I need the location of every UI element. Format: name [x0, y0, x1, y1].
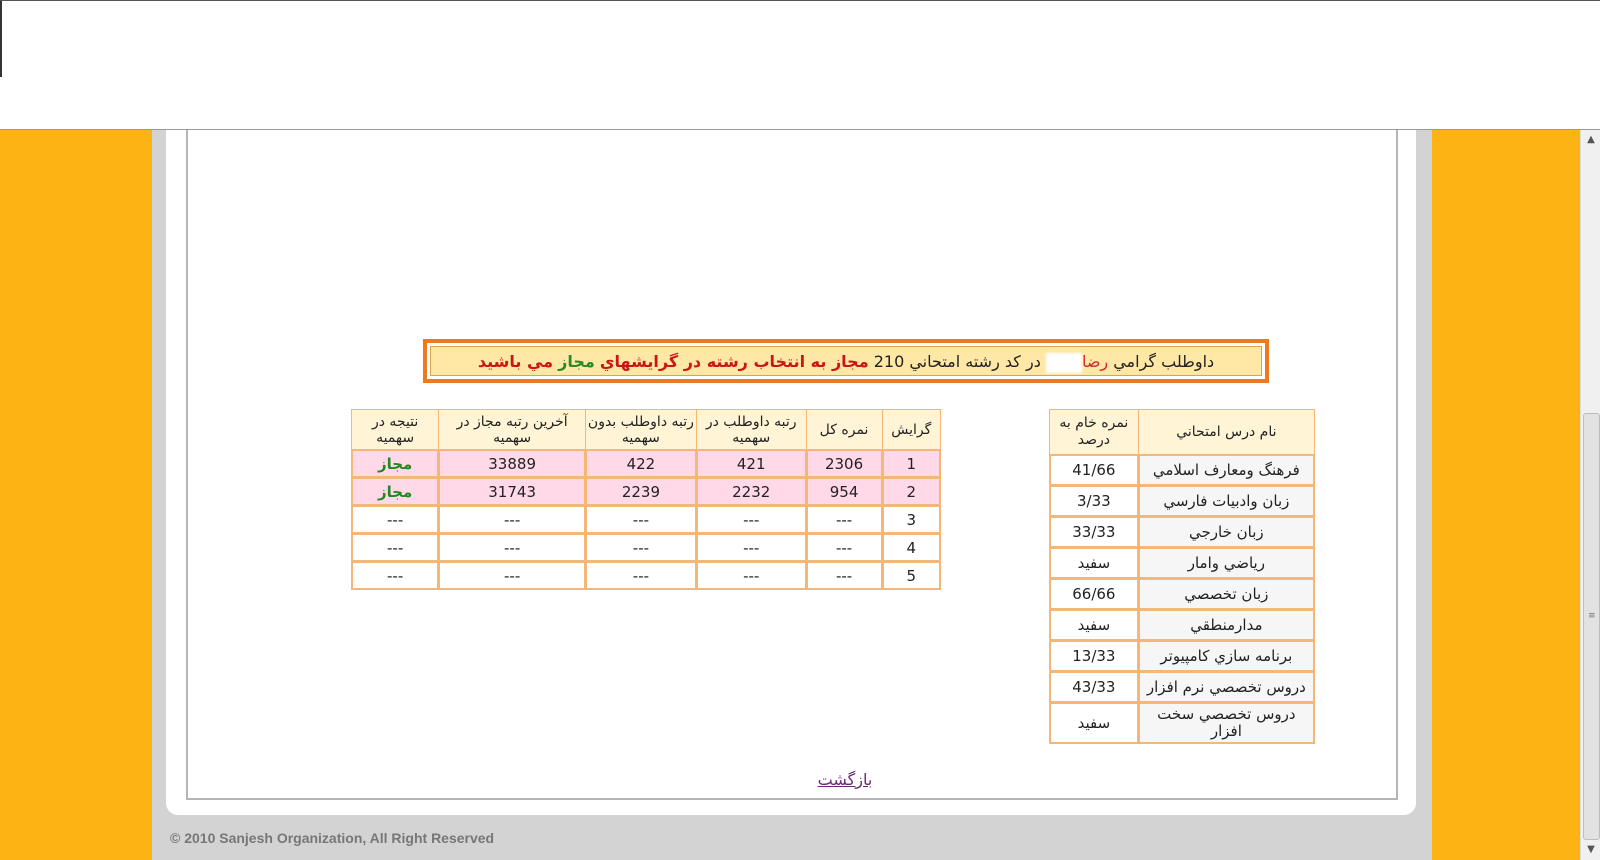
subject-score: سفيد: [1050, 703, 1138, 743]
result-status: مجاز: [352, 478, 439, 505]
table-cell: 5: [882, 562, 940, 589]
results-table: گرايش نمره کل رتبه داوطلب در سهميه رتبه …: [351, 409, 941, 590]
subject-name: زبان وادبيات فارسي: [1138, 486, 1314, 516]
table-cell: 33889: [439, 450, 585, 477]
table-cell: ---: [806, 562, 882, 589]
subject-name: فرهنگ ومعارف اسلامي: [1138, 455, 1314, 485]
table-row: 3 --- --- --- --- ---: [352, 506, 940, 533]
table-cell: ---: [352, 534, 439, 561]
field-code: 210: [873, 352, 905, 371]
subject-score: سفيد: [1050, 548, 1138, 578]
subject-name: دروس تخصصي سخت افزار: [1138, 703, 1314, 743]
table-row: زبان تخصصي 66/66: [1050, 579, 1314, 609]
subject-name: برنامه سازي کامپيوتر: [1138, 641, 1314, 671]
table-cell: 954: [806, 478, 882, 505]
table-cell: 2239: [586, 478, 696, 505]
right-orange-panel: [1432, 130, 1580, 860]
subject-name: دروس تخصصي نرم افزار: [1138, 672, 1314, 702]
table-row: برنامه سازي کامپيوتر 13/33: [1050, 641, 1314, 671]
col-header: نمره کل: [806, 410, 882, 449]
browser-top-area: [0, 0, 1600, 131]
table-cell: ---: [352, 562, 439, 589]
table-cell: ---: [439, 534, 585, 561]
table-cell: ---: [696, 506, 806, 533]
col-header: آخرين رتبه مجاز در سهميه: [439, 410, 585, 449]
table-cell: 421: [696, 450, 806, 477]
table-cell: 4: [882, 534, 940, 561]
subject-score: 43/33: [1050, 672, 1138, 702]
subject-score: 3/33: [1050, 486, 1138, 516]
table-row: 2 954 2232 2239 31743 مجاز: [352, 478, 940, 505]
result-status: مجاز: [352, 450, 439, 477]
table-row: 1 2306 421 422 33889 مجاز: [352, 450, 940, 477]
result-banner: داوطلب گرامي رضا در کد رشته امتحاني 210 …: [423, 339, 1269, 383]
subject-score: 13/33: [1050, 641, 1138, 671]
col-header: رتبه داوطلب در سهميه: [696, 410, 806, 449]
grip-icon: ≡: [1588, 611, 1596, 621]
results-header-row: گرايش نمره کل رتبه داوطلب در سهميه رتبه …: [352, 410, 940, 449]
result-banner-text: داوطلب گرامي رضا در کد رشته امتحاني 210 …: [430, 346, 1262, 376]
subject-name: زبان تخصصي: [1138, 579, 1314, 609]
table-cell: ---: [806, 506, 882, 533]
table-row: زبان وادبيات فارسي 3/33: [1050, 486, 1314, 516]
banner-field-text: در کد رشته امتحاني: [909, 352, 1041, 371]
table-cell: 3: [882, 506, 940, 533]
table-cell: ---: [439, 506, 585, 533]
table-row: 4 --- --- --- --- ---: [352, 534, 940, 561]
footer-copyright: © 2010 Sanjesh Organization, All Right R…: [170, 830, 495, 846]
table-cell: ---: [352, 506, 439, 533]
banner-allowed-text: مجاز به انتخاب رشته در گرايشهاي: [599, 352, 869, 371]
subject-score: 66/66: [1050, 579, 1138, 609]
table-cell: 2: [882, 478, 940, 505]
arrow-up-icon[interactable]: ▲: [1581, 132, 1600, 148]
table-cell: 422: [586, 450, 696, 477]
table-cell: 1: [882, 450, 940, 477]
table-cell: 31743: [439, 478, 585, 505]
table-cell: 2306: [806, 450, 882, 477]
table-cell: ---: [586, 562, 696, 589]
table-row: مدارمنطقي سفيد: [1050, 610, 1314, 640]
col-header: گرايش: [882, 410, 940, 449]
table-cell: ---: [439, 562, 585, 589]
banner-allowed-word: مجاز: [558, 352, 595, 371]
subject-score: سفيد: [1050, 610, 1138, 640]
grades-header-row: نام درس امتحاني نمره خام به درصد: [1050, 410, 1314, 454]
table-row: زبان خارجي 33/33: [1050, 517, 1314, 547]
table-row: دروس تخصصي سخت افزار سفيد: [1050, 703, 1314, 743]
subject-name: رياضي وامار: [1138, 548, 1314, 578]
table-cell: 2232: [696, 478, 806, 505]
subject-score: 33/33: [1050, 517, 1138, 547]
back-link[interactable]: بازگشت: [790, 770, 900, 789]
subject-score: 41/66: [1050, 455, 1138, 485]
col-header: نمره خام به درصد: [1050, 410, 1138, 454]
table-row: رياضي وامار سفيد: [1050, 548, 1314, 578]
col-header: نام درس امتحاني: [1138, 410, 1314, 454]
vertical-scrollbar[interactable]: ▲ ≡ ▼: [1580, 130, 1600, 860]
table-cell: ---: [696, 562, 806, 589]
window-edge: [0, 1, 2, 77]
table-row: دروس تخصصي نرم افزار 43/33: [1050, 672, 1314, 702]
scrollbar-thumb[interactable]: ≡: [1583, 413, 1600, 840]
table-cell: ---: [806, 534, 882, 561]
subject-name: مدارمنطقي: [1138, 610, 1314, 640]
table-cell: ---: [586, 506, 696, 533]
banner-greeting: داوطلب گرامي: [1113, 352, 1215, 371]
table-cell: ---: [696, 534, 806, 561]
col-header: نتيجه در سهميه: [352, 410, 439, 449]
banner-end-text: مي باشيد: [477, 352, 554, 371]
col-header: رتبه داوطلب بدون سهميه: [586, 410, 696, 449]
grades-table: نام درس امتحاني نمره خام به درصد فرهنگ و…: [1049, 409, 1315, 744]
arrow-down-icon[interactable]: ▼: [1581, 842, 1600, 858]
left-orange-panel: [0, 130, 152, 860]
table-row: فرهنگ ومعارف اسلامي 41/66: [1050, 455, 1314, 485]
redacted-name: [1045, 352, 1082, 373]
table-row: 5 --- --- --- --- ---: [352, 562, 940, 589]
subject-name: زبان خارجي: [1138, 517, 1314, 547]
candidate-name: رضا: [1081, 352, 1109, 371]
table-cell: ---: [586, 534, 696, 561]
